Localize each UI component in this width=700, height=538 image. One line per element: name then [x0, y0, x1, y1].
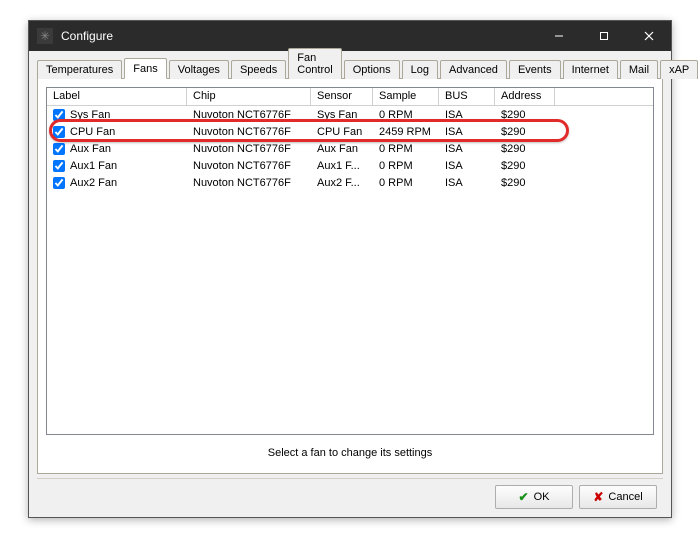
- fan-listview[interactable]: Label Chip Sensor Sample BUS Address Sys…: [46, 87, 654, 435]
- row-label: Aux Fan: [70, 143, 111, 155]
- col-address[interactable]: Address: [495, 88, 555, 105]
- row-label: Aux1 Fan: [70, 160, 117, 172]
- close-button[interactable]: [626, 21, 671, 51]
- row-checkbox[interactable]: [53, 109, 65, 121]
- row-sensor: CPU Fan: [311, 126, 373, 138]
- table-row[interactable]: Aux1 Fan Nuvoton NCT6776FAux1 F...0 RPMIS…: [47, 157, 653, 174]
- row-bus: ISA: [439, 160, 495, 172]
- col-bus[interactable]: BUS: [439, 88, 495, 105]
- row-sample: 0 RPM: [373, 109, 439, 121]
- tab-advanced[interactable]: Advanced: [440, 60, 507, 79]
- row-sensor: Aux1 F...: [311, 160, 373, 172]
- listview-body: Sys FanNuvoton NCT6776FSys Fan0 RPMISA$2…: [47, 106, 653, 191]
- row-address: $290: [495, 143, 555, 155]
- table-row[interactable]: Sys FanNuvoton NCT6776FSys Fan0 RPMISA$2…: [47, 106, 653, 123]
- tab-log[interactable]: Log: [402, 60, 438, 79]
- row-label: Aux2 Fan: [70, 177, 117, 189]
- tab-internet[interactable]: Internet: [563, 60, 618, 79]
- check-icon: ✔: [519, 490, 529, 504]
- row-bus: ISA: [439, 143, 495, 155]
- cross-icon: ✘: [593, 490, 603, 504]
- row-label: CPU Fan: [70, 126, 115, 138]
- ok-button-label: OK: [534, 491, 550, 503]
- row-sensor: Sys Fan: [311, 109, 373, 121]
- row-bus: ISA: [439, 177, 495, 189]
- row-checkbox[interactable]: [53, 160, 65, 172]
- col-chip[interactable]: Chip: [187, 88, 311, 105]
- tab-xap[interactable]: xAP: [660, 60, 698, 79]
- tab-mail[interactable]: Mail: [620, 60, 658, 79]
- tab-fans[interactable]: Fans: [124, 58, 166, 79]
- tab-strip: TemperaturesFansVoltagesSpeedsFan Contro…: [37, 57, 663, 79]
- configure-window: ✳ Configure TemperaturesFansVoltagesSpee…: [28, 20, 672, 518]
- row-sample: 0 RPM: [373, 160, 439, 172]
- hint-text: Select a fan to change its settings: [46, 435, 654, 465]
- col-sample[interactable]: Sample: [373, 88, 439, 105]
- tab-panel-fans: Label Chip Sensor Sample BUS Address Sys…: [37, 79, 663, 474]
- table-row[interactable]: Aux FanNuvoton NCT6776FAux Fan0 RPMISA$2…: [47, 140, 653, 157]
- button-row: ✔ OK ✘ Cancel: [37, 478, 663, 509]
- maximize-button[interactable]: [581, 21, 626, 51]
- row-sensor: Aux2 F...: [311, 177, 373, 189]
- row-chip: Nuvoton NCT6776F: [187, 160, 311, 172]
- row-address: $290: [495, 160, 555, 172]
- row-sensor: Aux Fan: [311, 143, 373, 155]
- app-icon: ✳: [37, 28, 53, 44]
- window-title: Configure: [61, 29, 113, 43]
- row-checkbox[interactable]: [53, 177, 65, 189]
- row-chip: Nuvoton NCT6776F: [187, 177, 311, 189]
- row-bus: ISA: [439, 126, 495, 138]
- row-address: $290: [495, 109, 555, 121]
- minimize-button[interactable]: [536, 21, 581, 51]
- cancel-button-label: Cancel: [608, 491, 642, 503]
- tab-events[interactable]: Events: [509, 60, 561, 79]
- tab-speeds[interactable]: Speeds: [231, 60, 286, 79]
- table-row[interactable]: Aux2 Fan Nuvoton NCT6776FAux2 F...0 RPMIS…: [47, 174, 653, 191]
- titlebar: ✳ Configure: [29, 21, 671, 51]
- tab-temperatures[interactable]: Temperatures: [37, 60, 122, 79]
- tab-voltages[interactable]: Voltages: [169, 60, 229, 79]
- row-bus: ISA: [439, 109, 495, 121]
- row-chip: Nuvoton NCT6776F: [187, 126, 311, 138]
- row-address: $290: [495, 126, 555, 138]
- tab-fan-control[interactable]: Fan Control: [288, 48, 341, 79]
- ok-button[interactable]: ✔ OK: [495, 485, 573, 509]
- row-address: $290: [495, 177, 555, 189]
- row-sample: 0 RPM: [373, 143, 439, 155]
- col-label[interactable]: Label: [47, 88, 187, 105]
- col-sensor[interactable]: Sensor: [311, 88, 373, 105]
- row-chip: Nuvoton NCT6776F: [187, 109, 311, 121]
- row-checkbox[interactable]: [53, 126, 65, 138]
- row-chip: Nuvoton NCT6776F: [187, 143, 311, 155]
- row-sample: 2459 RPM: [373, 126, 439, 138]
- tab-options[interactable]: Options: [344, 60, 400, 79]
- row-sample: 0 RPM: [373, 177, 439, 189]
- table-row[interactable]: CPU FanNuvoton NCT6776FCPU Fan2459 RPMIS…: [47, 123, 653, 140]
- listview-header: Label Chip Sensor Sample BUS Address: [47, 88, 653, 106]
- row-label: Sys Fan: [70, 109, 110, 121]
- row-checkbox[interactable]: [53, 143, 65, 155]
- cancel-button[interactable]: ✘ Cancel: [579, 485, 657, 509]
